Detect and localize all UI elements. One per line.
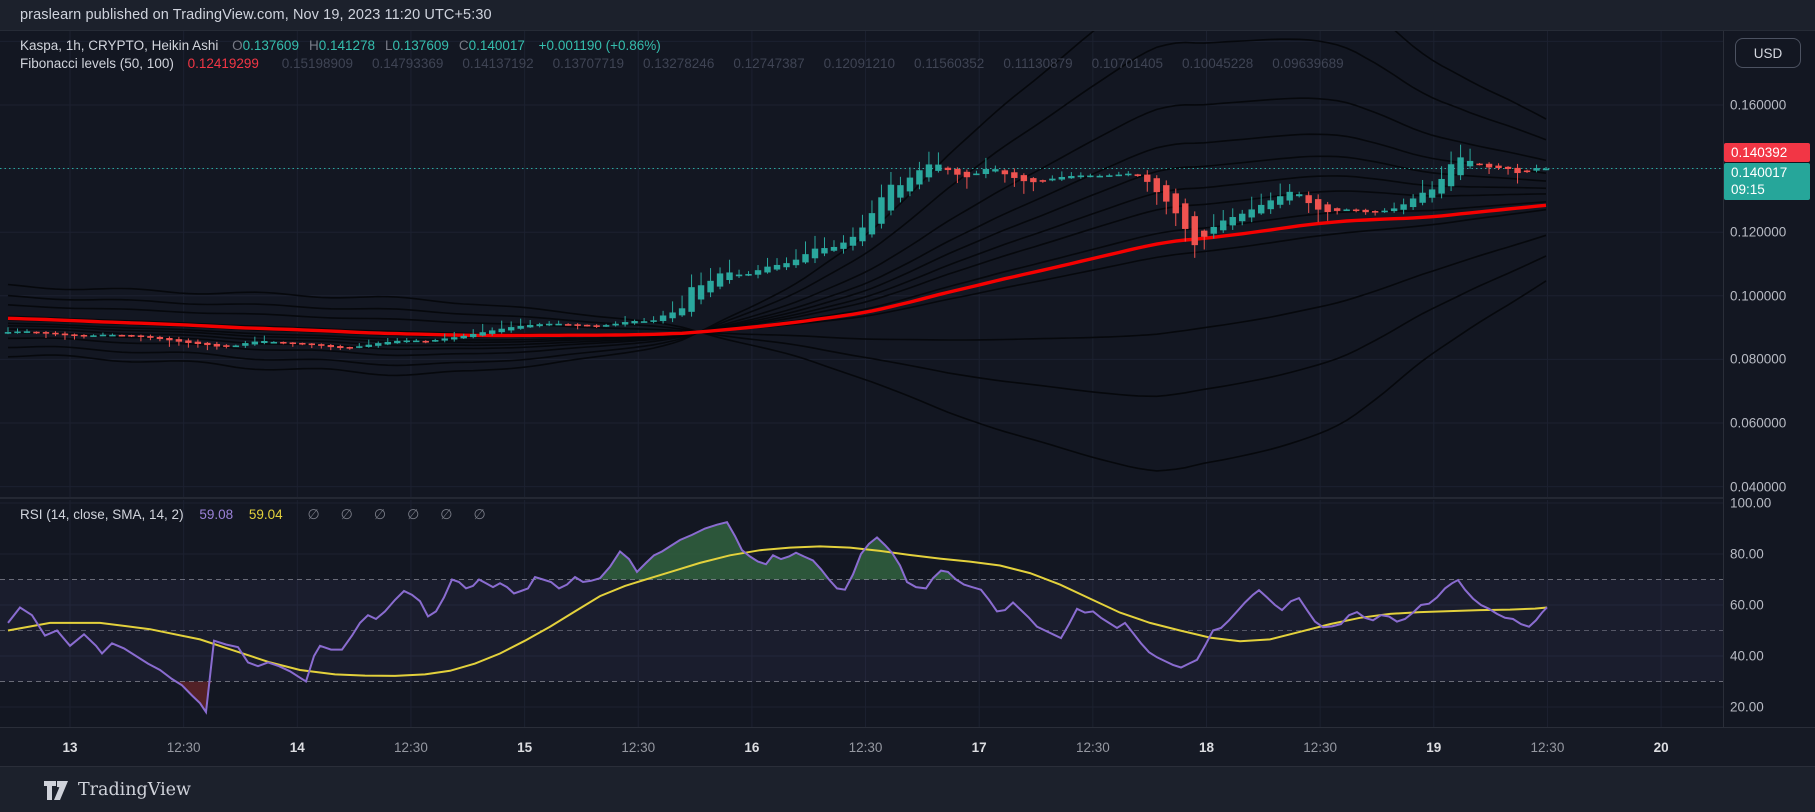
rsi-tick: 100.00 xyxy=(1730,496,1771,511)
fib-level-value: 0.09639689 xyxy=(1272,56,1343,71)
rsi-tick: 60.00 xyxy=(1730,598,1764,613)
empty-set-icon: ∅ xyxy=(374,506,386,522)
price-tick: 0.120000 xyxy=(1730,225,1786,240)
ohlc-label: C xyxy=(459,38,469,53)
fib-level-value: 0.14137192 xyxy=(462,56,533,71)
tradingview-logo-icon xyxy=(44,780,69,801)
high-price-value: 0.140392 xyxy=(1731,145,1787,160)
rsi-tick: 40.00 xyxy=(1730,649,1764,664)
price-tick: 0.080000 xyxy=(1730,352,1786,367)
fib-level-value: 0.13707719 xyxy=(553,56,624,71)
time-tick: 13 xyxy=(62,740,77,755)
price-tick: 0.100000 xyxy=(1730,288,1786,303)
footer-bar: TradingView xyxy=(0,766,1815,812)
fib-level-value: 0.10701405 xyxy=(1092,56,1163,71)
empty-set-icon: ∅ xyxy=(307,506,319,522)
empty-set-icon: ∅ xyxy=(440,506,452,522)
empty-set-icon: ∅ xyxy=(341,506,353,522)
price-tick: 0.060000 xyxy=(1730,416,1786,431)
fib-level-value: 0.15198909 xyxy=(282,56,353,71)
tradingview-logo[interactable]: TradingView xyxy=(44,780,191,801)
high-price-badge: 0.140392 xyxy=(1724,143,1810,162)
ohlc-label: L xyxy=(385,38,393,53)
fib-title: Fibonacci levels (50, 100) xyxy=(20,56,174,71)
tradingview-logo-text: TradingView xyxy=(78,780,191,800)
tradingview-snapshot: praslearn published on TradingView.com, … xyxy=(0,0,1815,812)
price-tick: 0.040000 xyxy=(1730,479,1786,494)
time-tick: 12:30 xyxy=(621,740,655,755)
fib-level-value: 0.13278246 xyxy=(643,56,714,71)
time-tick: 18 xyxy=(1199,740,1214,755)
time-tick: 12:30 xyxy=(1303,740,1337,755)
fib-primary-value: 0.12419299 xyxy=(188,56,259,71)
symbol-legend: Kaspa, 1h, CRYPTO, Heikin Ashi O0.137609… xyxy=(20,38,661,53)
time-tick: 20 xyxy=(1654,740,1669,755)
empty-set-icon: ∅ xyxy=(473,506,485,522)
time-tick: 12:30 xyxy=(1531,740,1565,755)
fib-level-value: 0.10045228 xyxy=(1182,56,1253,71)
time-tick: 16 xyxy=(744,740,759,755)
time-tick: 12:30 xyxy=(167,740,201,755)
fib-level-value: 0.14793369 xyxy=(372,56,443,71)
fib-level-value: 0.11560352 xyxy=(914,56,984,71)
rsi-tick: 80.00 xyxy=(1730,547,1764,562)
rsi-sma-value: 59.04 xyxy=(249,507,283,522)
rsi-legend: RSI (14, close, SMA, 14, 2) 59.08 59.04 … xyxy=(20,506,486,523)
last-price-value: 0.140017 xyxy=(1731,164,1810,181)
fib-values: 0.15198909 0.14793369 0.14137192 0.13707719… xyxy=(263,56,1344,71)
price-tick: 0.160000 xyxy=(1730,98,1786,113)
ohlc-value: 0.137609 xyxy=(393,38,449,53)
time-tick: 12:30 xyxy=(394,740,428,755)
ohlc-values: O0.137609H0.141278L0.137609C0.140017 xyxy=(222,38,525,53)
symbol-title: Kaspa, 1h, CRYPTO, Heikin Ashi xyxy=(20,38,218,53)
empty-set-icons: ∅ ∅ ∅ ∅ ∅ ∅ xyxy=(286,507,485,522)
currency-button[interactable]: USD xyxy=(1735,38,1801,68)
bar-countdown: 09:15 xyxy=(1731,181,1810,198)
time-tick: 12:30 xyxy=(849,740,883,755)
time-tick: 12:30 xyxy=(1076,740,1110,755)
time-tick: 15 xyxy=(517,740,532,755)
chart-canvas[interactable] xyxy=(0,0,1815,812)
ohlc-label: H xyxy=(309,38,319,53)
time-tick: 14 xyxy=(290,740,305,755)
fib-level-value: 0.12747387 xyxy=(733,56,804,71)
change-value: +0.001190 (+0.86%) xyxy=(539,38,661,53)
ohlc-value: 0.137609 xyxy=(243,38,299,53)
ohlc-value: 0.140017 xyxy=(469,38,525,53)
fib-level-value: 0.12091210 xyxy=(824,56,895,71)
ohlc-label: O xyxy=(232,38,243,53)
time-tick: 17 xyxy=(972,740,987,755)
time-tick: 19 xyxy=(1426,740,1441,755)
empty-set-icon: ∅ xyxy=(407,506,419,522)
rsi-value: 59.08 xyxy=(199,507,233,522)
rsi-title: RSI (14, close, SMA, 14, 2) xyxy=(20,507,184,522)
last-price-badge: 0.140017 09:15 xyxy=(1724,163,1810,200)
rsi-tick: 20.00 xyxy=(1730,700,1764,715)
ohlc-value: 0.141278 xyxy=(319,38,375,53)
fib-level-value: 0.11130879 xyxy=(1003,56,1072,71)
fibonacci-legend: Fibonacci levels (50, 100) 0.12419299 0.… xyxy=(20,56,1344,71)
